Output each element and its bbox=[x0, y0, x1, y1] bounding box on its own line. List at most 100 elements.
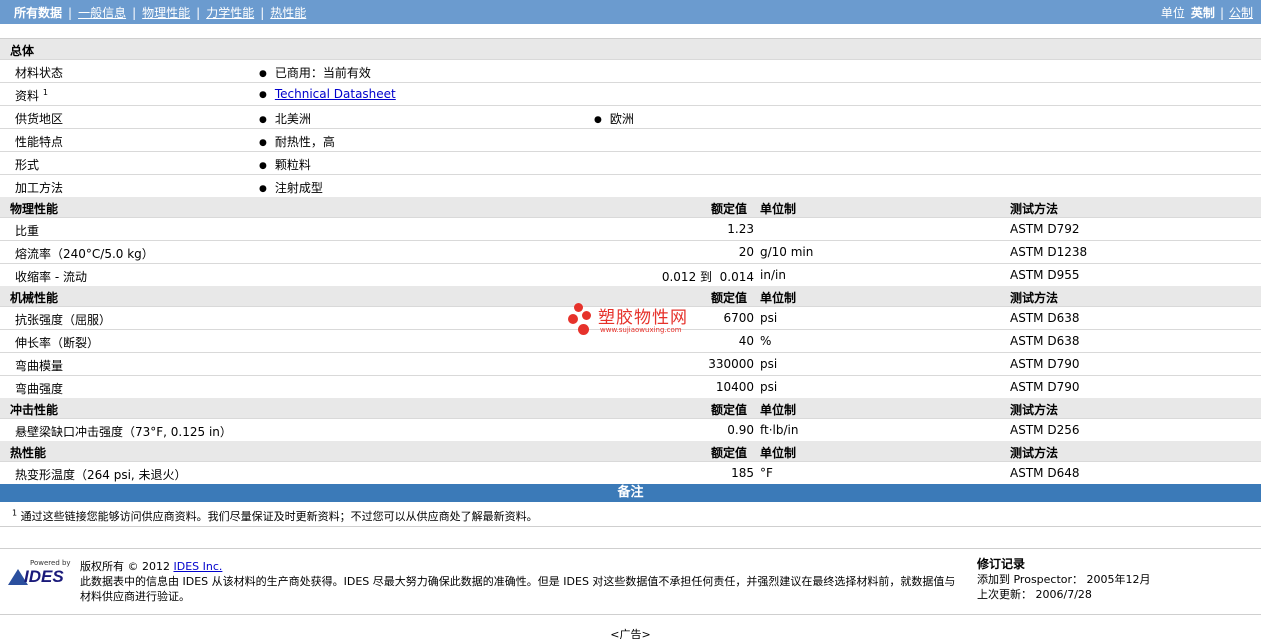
copyright-block: 版权所有 © 2012 IDES Inc. 此数据表中的信息由 IDES 从该材… bbox=[80, 559, 960, 604]
row-method: ASTM D638 bbox=[1010, 311, 1080, 325]
tab-thermal[interactable]: 热性能 bbox=[270, 4, 306, 21]
tab-all-data[interactable]: 所有数据 bbox=[14, 4, 62, 21]
tab-nav: 所有数据 | 一般信息 | 物理性能 | 力学性能 | 热性能 bbox=[14, 4, 306, 21]
col-method: 测试方法 bbox=[1010, 446, 1059, 460]
row-value: 10400 bbox=[715, 380, 754, 394]
table-row: 性能特点 耐热性，高 bbox=[0, 129, 1261, 152]
col-method: 测试方法 bbox=[1010, 403, 1059, 417]
disclaimer-text: 此数据表中的信息由 IDES 从该材料的生产商处获得。IDES 尽最大努力确保此… bbox=[80, 575, 956, 603]
footnote-text: 1 通过这些链接您能够访问供应商资料。我们尽量保证及时更新资料；不过您可以从供应… bbox=[12, 508, 538, 523]
table-row: 材料状态 已商用：当前有效 bbox=[0, 60, 1261, 83]
table-row: 弯曲模量 330000 psi ASTM D790 bbox=[0, 353, 1261, 376]
tab-mechanical[interactable]: 力学性能 bbox=[206, 4, 254, 21]
tab-physical[interactable]: 物理性能 bbox=[142, 4, 190, 21]
row-value: 185 bbox=[731, 466, 754, 480]
row-label: 加工方法 bbox=[15, 181, 64, 195]
row-label: 伸长率（断裂） bbox=[15, 336, 100, 350]
row-value: 北美洲 bbox=[259, 110, 311, 127]
row-value: 注射成型 bbox=[259, 179, 323, 196]
powered-by-label: Powered by bbox=[30, 559, 71, 567]
row-label: 资料 1 bbox=[15, 88, 48, 103]
watermark-name: 塑胶物性网 bbox=[598, 308, 688, 328]
watermark-dot-icon bbox=[568, 314, 578, 324]
footer: Powered by IDES 版权所有 © 2012 IDES Inc. 此数… bbox=[0, 549, 1261, 615]
row-unit: psi bbox=[760, 357, 778, 371]
table-row: 热变形温度（264 psi, 未退火） 185 °F ASTM D648 bbox=[0, 462, 1261, 485]
table-row: 悬壁梁缺口冲击强度（73°F, 0.125 in） 0.90 ft·lb/in … bbox=[0, 419, 1261, 442]
section-title: 冲击性能 bbox=[10, 403, 59, 417]
table-row: 弯曲强度 10400 psi ASTM D790 bbox=[0, 376, 1261, 399]
row-unit: ft·lb/in bbox=[760, 423, 799, 437]
table-row: 供货地区 北美洲 欧洲 bbox=[0, 106, 1261, 129]
unit-metric-link[interactable]: 公制 bbox=[1229, 4, 1253, 21]
row-label: 热变形温度（264 psi, 未退火） bbox=[15, 468, 187, 482]
table-row: 资料 1 Technical Datasheet bbox=[0, 83, 1261, 106]
ides-logo[interactable]: Powered by IDES bbox=[8, 559, 72, 589]
col-unit: 单位制 bbox=[760, 202, 797, 216]
table-row: 加工方法 注射成型 bbox=[0, 175, 1261, 198]
row-unit: in/in bbox=[760, 268, 786, 282]
col-unit: 单位制 bbox=[760, 403, 797, 417]
row-value: 0.90 bbox=[727, 423, 754, 437]
ides-logo-text: IDES bbox=[24, 567, 64, 586]
top-nav-bar: 所有数据 | 一般信息 | 物理性能 | 力学性能 | 热性能 单位 英制 | … bbox=[0, 0, 1261, 24]
row-label: 材料状态 bbox=[15, 66, 64, 80]
row-method: ASTM D638 bbox=[1010, 334, 1080, 348]
tab-general-info[interactable]: 一般信息 bbox=[78, 4, 126, 21]
row-unit: % bbox=[760, 334, 772, 348]
col-nominal: 额定值 bbox=[711, 403, 748, 417]
row-label: 比重 bbox=[15, 224, 40, 238]
row-label: 弯曲模量 bbox=[15, 359, 64, 373]
table-row: 收缩率 - 流动 0.012 到 0.014 in/in ASTM D955 bbox=[0, 264, 1261, 287]
separator: | bbox=[1219, 5, 1224, 20]
row-label: 性能特点 bbox=[15, 135, 64, 149]
watermark-dot-icon bbox=[578, 324, 589, 335]
technical-datasheet-link[interactable]: Technical Datasheet bbox=[275, 87, 396, 101]
table-row: 形式 颗粒料 bbox=[0, 152, 1261, 175]
separator: | bbox=[260, 5, 265, 20]
separator: | bbox=[68, 5, 73, 20]
revision-title: 修订记录 bbox=[977, 557, 1026, 571]
watermark-url: www.sujiaowuxing.com bbox=[600, 326, 682, 334]
row-unit: psi bbox=[760, 311, 778, 325]
watermark: 塑胶物性网 www.sujiaowuxing.com bbox=[568, 303, 708, 339]
col-unit: 单位制 bbox=[760, 446, 797, 460]
col-unit: 单位制 bbox=[760, 291, 797, 305]
row-value: Technical Datasheet bbox=[259, 87, 396, 101]
section-title: 机械性能 bbox=[10, 291, 59, 305]
row-value: 耐热性，高 bbox=[259, 133, 335, 150]
added-to-text: 添加到 Prospector： 2005年12月 bbox=[977, 573, 1151, 586]
units-label: 单位 bbox=[1160, 6, 1185, 20]
section-header-physical: 物理性能 额定值 单位制 测试方法 bbox=[0, 197, 1261, 218]
ides-inc-link[interactable]: IDES Inc. bbox=[173, 560, 222, 573]
section-title: 热性能 bbox=[10, 446, 47, 460]
unit-english-current[interactable]: 英制 bbox=[1191, 4, 1215, 21]
divider bbox=[0, 614, 1261, 615]
col-method: 测试方法 bbox=[1010, 202, 1059, 216]
section-header-impact: 冲击性能 额定值 单位制 测试方法 bbox=[0, 398, 1261, 419]
row-label: 弯曲强度 bbox=[15, 382, 64, 396]
row-value: 330000 bbox=[708, 357, 754, 371]
last-updated-text: 上次更新： 2006/7/28 bbox=[977, 588, 1092, 601]
row-method: ASTM D648 bbox=[1010, 466, 1080, 480]
row-label: 抗张强度（屈服） bbox=[15, 313, 112, 327]
row-method: ASTM D256 bbox=[1010, 423, 1080, 437]
copyright-text: 版权所有 © 2012 bbox=[80, 560, 174, 573]
col-method: 测试方法 bbox=[1010, 291, 1059, 305]
row-label: 供货地区 bbox=[15, 112, 64, 126]
row-unit: psi bbox=[760, 380, 778, 394]
row-method: ASTM D1238 bbox=[1010, 245, 1088, 259]
watermark-dot-icon bbox=[582, 311, 591, 320]
col-nominal: 额定值 bbox=[711, 446, 748, 460]
ad-placeholder[interactable]: <广告> bbox=[0, 626, 1261, 639]
separator: | bbox=[196, 5, 201, 20]
col-nominal: 额定值 bbox=[711, 202, 748, 216]
row-value: 已商用：当前有效 bbox=[259, 64, 371, 81]
row-label: 悬壁梁缺口冲击强度（73°F, 0.125 in） bbox=[15, 425, 232, 439]
table-row: 熔流率（240°C/5.0 kg） 20 g/10 min ASTM D1238 bbox=[0, 241, 1261, 264]
row-value: 欧洲 bbox=[594, 110, 634, 127]
watermark-dot-icon bbox=[574, 303, 583, 312]
table-row: 比重 1.23 ASTM D792 bbox=[0, 218, 1261, 241]
section-title: 物理性能 bbox=[10, 202, 59, 216]
row-label: 形式 bbox=[15, 158, 40, 172]
